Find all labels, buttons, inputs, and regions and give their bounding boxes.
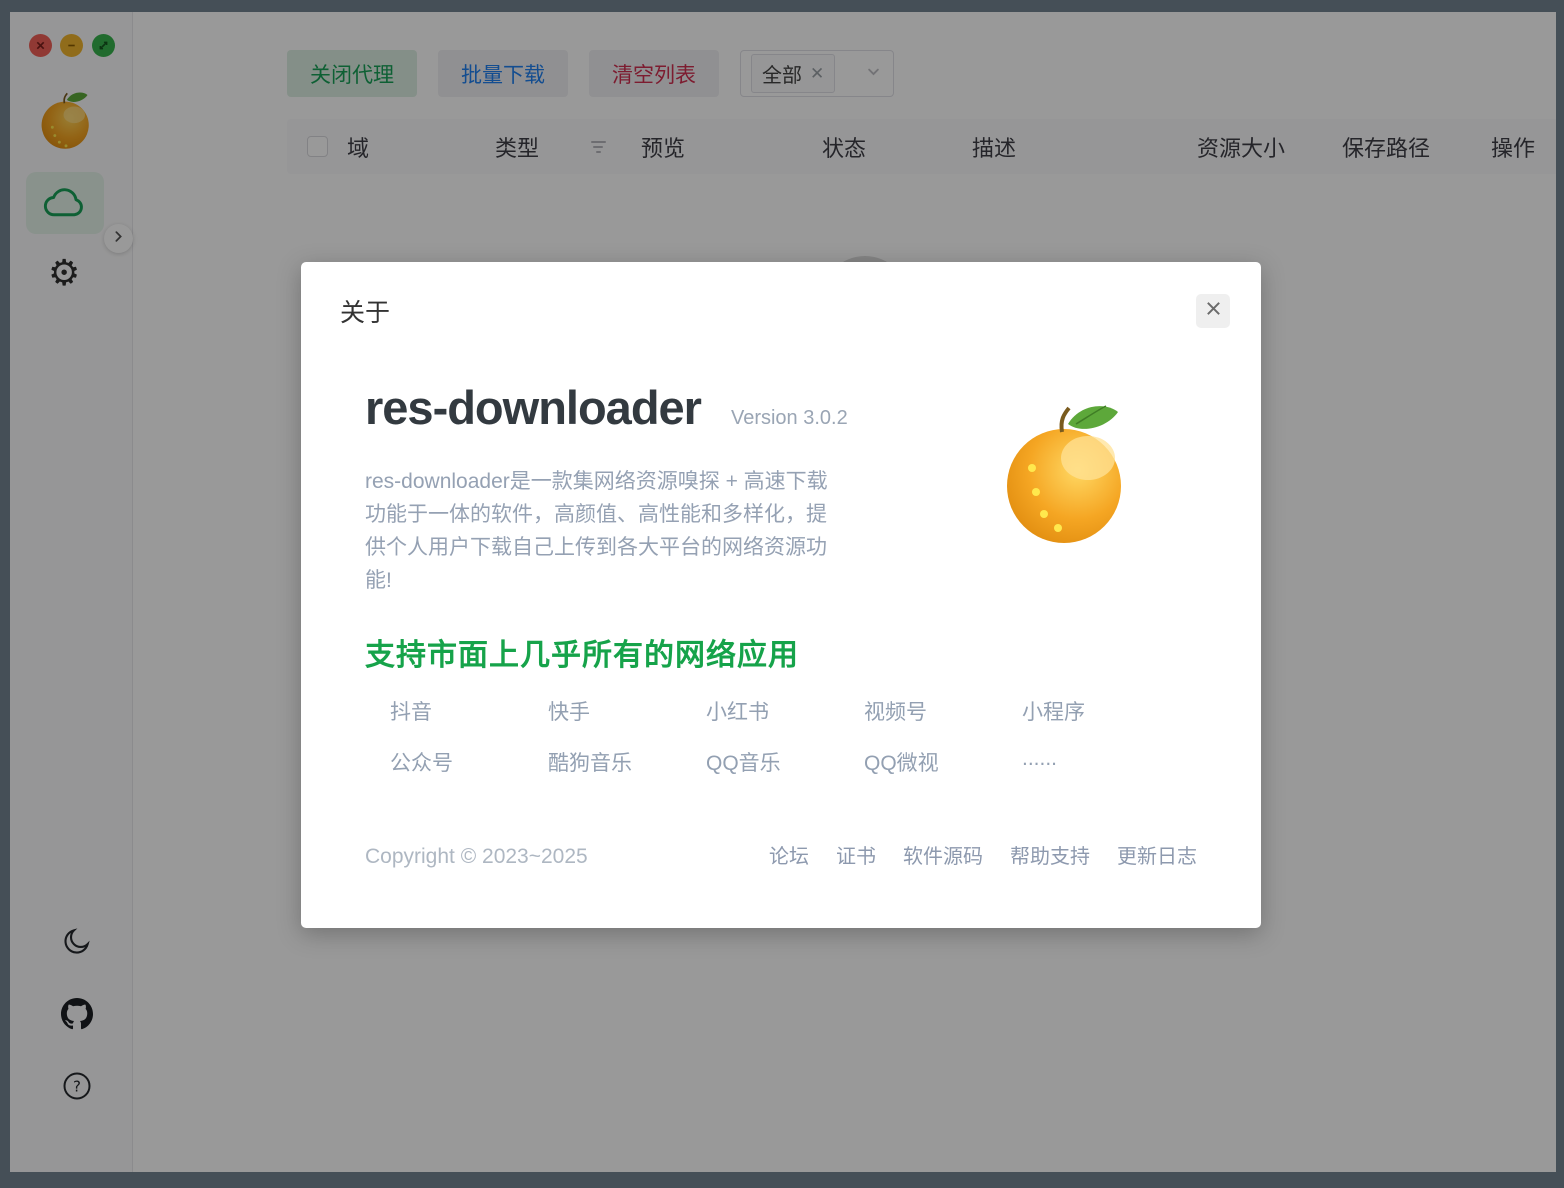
dialog-close-button[interactable] [1196,294,1230,328]
supported-app: 公众号 [390,747,548,777]
supported-app: 视频号 [864,696,1022,726]
link-source-code[interactable]: 软件源码 [903,840,983,869]
window-frame: ⚙ ? 关闭 [0,0,1564,1188]
dialog-title: 关于 [340,293,390,329]
supported-apps-grid: 抖音 快手 小红书 视频号 小程序 公众号 酷狗音乐 QQ音乐 QQ微视 ...… [390,696,1200,777]
app-window: ⚙ ? 关闭 [10,12,1556,1172]
link-changelog[interactable]: 更新日志 [1117,840,1197,869]
supported-app: 抖音 [390,696,548,726]
supported-app: QQ音乐 [706,747,864,777]
supported-app: 小程序 [1022,696,1180,726]
supported-app: QQ微视 [864,747,1022,777]
supported-app: ...... [1022,747,1180,777]
close-icon [1205,300,1222,322]
about-logo-orange [1005,400,1127,545]
link-certificate[interactable]: 证书 [836,840,876,869]
footer-links: 论坛 证书 软件源码 帮助支持 更新日志 [769,840,1197,869]
supported-app: 快手 [548,696,706,726]
link-support[interactable]: 帮助支持 [1010,840,1090,869]
app-version: Version 3.0.2 [731,407,848,430]
app-title-row: res-downloader Version 3.0.2 [365,380,848,435]
app-description: res-downloader是一款集网络资源嗅探 + 高速下载功能于一体的软件，… [365,465,839,597]
copyright-text: Copyright © 2023~2025 [365,845,588,869]
app-name: res-downloader [365,380,701,435]
supported-apps-heading: 支持市面上几乎所有的网络应用 [365,630,799,674]
supported-app: 小红书 [706,696,864,726]
link-forum[interactable]: 论坛 [769,840,809,869]
dialog-footer: Copyright © 2023~2025 论坛 证书 软件源码 帮助支持 更新… [365,840,1197,869]
about-dialog: 关于 res-downloader Version 3.0.2 [301,262,1261,928]
supported-app: 酷狗音乐 [548,747,706,777]
